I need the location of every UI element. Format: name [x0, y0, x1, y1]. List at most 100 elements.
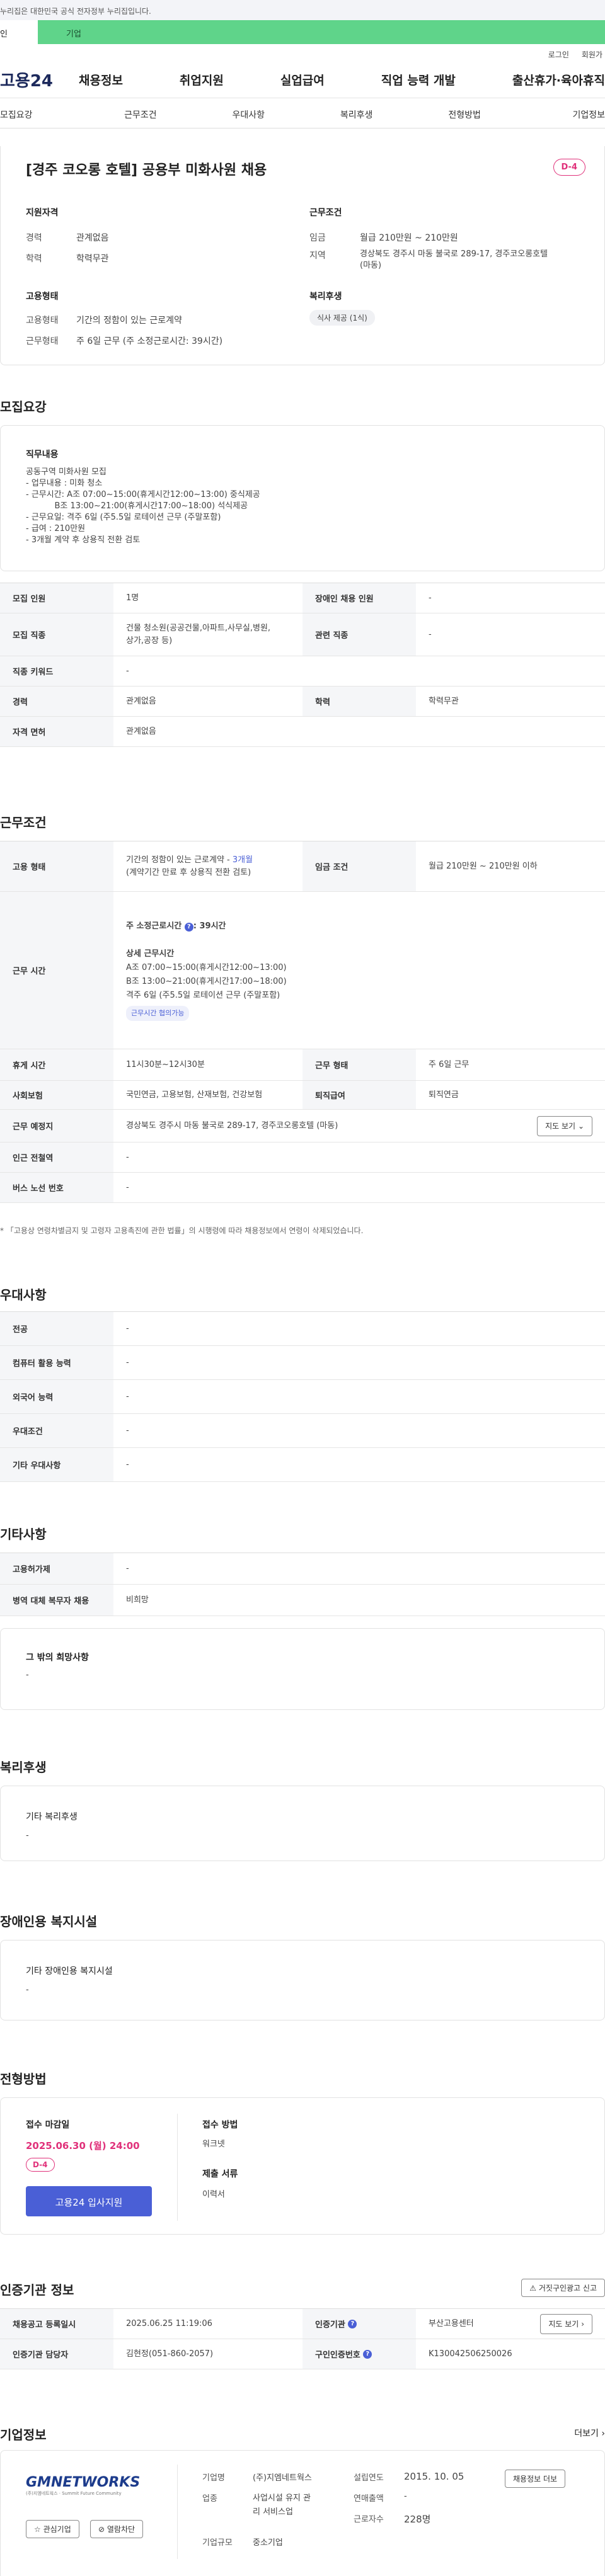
info-icon[interactable]: ? — [363, 2349, 372, 2359]
age-notice: * 「고용상 연령차별금지 및 고령자 고용촉진에 관한 법률」의 시행령에 따… — [0, 1226, 364, 1235]
recruit-table: 모집 인원 1명 장애인 채용 인원 - 모집 직종 건물 청소원(공공건물,아… — [0, 583, 605, 747]
table-row: 모집 직종 건물 청소원(공공건물,아파트,사무실,병원, 상가,공장 등) 관… — [0, 613, 605, 656]
global-nav: 고용24 채용정보 취업지원 실업급여 직업 능력 개발 출산휴가·육아휴직 — [0, 62, 605, 98]
company-more-link[interactable]: 더보기 › — [574, 2427, 605, 2439]
table-row: 사회보험 국민연금, 고용보험, 산재보험, 건강보험 퇴직급여 퇴직연금 — [0, 1081, 605, 1110]
employment-title: 고용형태 — [26, 292, 59, 302]
corporate-tab[interactable]: 기업 — [38, 20, 605, 44]
duty-text: 공동구역 미화사원 모집 - 업무내용 : 미화 청소 - 근무시간: A조 0… — [26, 467, 260, 545]
signup-link[interactable]: 회원가 — [582, 49, 602, 62]
tab-pref[interactable]: 우대사항 — [195, 98, 302, 128]
table-row: 기타 우대사항 - — [0, 1448, 605, 1482]
table-row: 근무 시간 주 소정근로시간 ?: 39시간 상세 근무시간 A조 07:00~… — [0, 892, 605, 1049]
user-type-bar: 인 기업 — [0, 20, 605, 44]
star-icon: ☆ — [34, 2525, 41, 2534]
table-row: 외국어 능력 - — [0, 1380, 605, 1414]
chevron-right-icon: › — [581, 2319, 584, 2328]
pref-section-title: 우대사항 — [0, 1287, 47, 1302]
table-row: 근무 예정지 경상북도 경주시 마동 불국로 289-17, 경주코오롱호텔 (… — [0, 1110, 605, 1143]
company-jobs-button[interactable]: 채용정보 더보 — [505, 2470, 566, 2488]
gnb-item[interactable]: 직업 능력 개발 — [381, 71, 456, 88]
edu-row: 학력 학력무관 — [26, 254, 109, 264]
map-button[interactable]: 지도 보기 ⌄ — [537, 1115, 592, 1136]
report-fake-ad-button[interactable]: ⚠ 거짓구인광고 신고 — [521, 2279, 605, 2297]
apply-dday-badge: D-4 — [26, 2158, 55, 2172]
cert-table: 채용공고 등록일시 2025.06.25 11:19:06 인증기관 ? 부산고… — [0, 2308, 605, 2369]
wage-row: 임금 월급 210만원 ~ 210만원 — [309, 233, 458, 243]
career-row: 경력 관계없음 — [26, 233, 109, 243]
tab-company[interactable]: 기업정보 — [519, 98, 605, 128]
etc-table: 고용허가제 - 병역 대체 복무자 채용 비희망 — [0, 1553, 605, 1616]
worktype-row: 근무형태 주 6일 근무 (주 소정근로시간: 39시간) — [26, 336, 223, 346]
block-view-button[interactable]: ⊘ 열람차단 — [90, 2520, 144, 2538]
site-logo[interactable]: 고용24 — [0, 68, 79, 91]
tab-work[interactable]: 근무조건 — [86, 98, 194, 128]
tab-welfare[interactable]: 복리후생 — [302, 98, 410, 128]
work-section-title: 근무조건 — [0, 815, 47, 830]
table-row: 자격 면허 관계없음 — [0, 717, 605, 747]
disabled-section-title: 장애인용 복지시설 — [0, 1914, 98, 1929]
duty-title: 직무내용 — [26, 450, 59, 460]
recruit-section-title: 모집요강 — [0, 399, 47, 414]
welfare-box: 기타 복리후생 - — [0, 1786, 605, 1861]
login-link[interactable]: 로그인 — [548, 49, 569, 62]
company-logo: GMNETWORKS (주)지엠네트웍스 · Summit Future Com… — [26, 2475, 141, 2496]
tab-recruit[interactable]: 모집요강 — [0, 98, 86, 128]
hours-negotiable-chip: 근무시간 협의가능 — [126, 1005, 190, 1021]
cert-map-button[interactable]: 지도 보기 › — [540, 2313, 592, 2334]
table-row: 버스 노선 번호 - — [0, 1173, 605, 1203]
chevron-right-icon: › — [601, 2429, 605, 2439]
emptype-row: 고용형태 기간의 정함이 있는 근로계약 — [26, 316, 182, 326]
company-section-title: 기업정보 — [0, 2427, 47, 2442]
area-row: 지역 경상북도 경주시 마동 불국로 289-17, 경주코오롱호텔 (마동) — [309, 249, 548, 270]
gnb-item[interactable]: 채용정보 — [79, 71, 123, 88]
welfare-section-title: 복리후생 — [0, 1760, 47, 1775]
block-icon: ⊘ — [98, 2525, 105, 2534]
company-box: GMNETWORKS (주)지엠네트웍스 · Summit Future Com… — [0, 2450, 605, 2576]
job-summary-card: [경주 코오롱 호텔] 공용부 미화사원 채용 D-4 지원자격 경력 관계없음 … — [0, 146, 605, 365]
cert-section-title: 인증기관 정보 — [0, 2282, 74, 2298]
individual-tab[interactable]: 인 — [0, 20, 38, 44]
table-row: 휴게 시간 11시30분~12시30분 근무 형태 주 6일 근무 — [0, 1049, 605, 1081]
etc-section-title: 기타사항 — [0, 1527, 47, 1542]
gnb-item[interactable]: 취업지원 — [180, 71, 224, 88]
apply-button[interactable]: 고용24 입사지원 — [26, 2186, 152, 2216]
notice-bar: 누리집은 대한민국 공식 전자정부 누리집입니다. — [0, 0, 605, 20]
gnb-item[interactable]: 실업급여 — [280, 71, 325, 88]
table-row: 병역 대체 복무자 채용 비희망 — [0, 1585, 605, 1616]
section-tabs: 모집요강 근무조건 우대사항 복리후생 전형방법 기업정보 — [0, 98, 605, 128]
tab-apply[interactable]: 전형방법 — [410, 98, 518, 128]
alert-icon: ⚠ — [529, 2284, 537, 2293]
favorite-company-button[interactable]: ☆ 관심기업 — [26, 2520, 79, 2538]
deadline-date: 2025.06.30 (월) 24:00 — [26, 2140, 140, 2151]
condition-title: 근무조건 — [309, 208, 342, 218]
table-row: 우대조건 - — [0, 1414, 605, 1448]
apply-box: 접수 마감일 2025.06.30 (월) 24:00 D-4 고용24 입사지… — [0, 2097, 605, 2235]
table-row: 고용허가제 - — [0, 1553, 605, 1585]
welfare-chip: 식사 제공 (1식) — [309, 310, 375, 326]
divider — [177, 2114, 178, 2221]
notice-text: 누리집은 대한민국 공식 전자정부 누리집입니다. — [0, 7, 151, 16]
table-row: 고용 형태 기간의 정함이 있는 근로계약 - 3개월 (계약기간 만료 후 상… — [0, 841, 605, 892]
table-row: 인증기관 담당자 김현정(051-860-2057) 구인인증번호 ? K130… — [0, 2339, 605, 2369]
util-bar: 로그인 회원가 — [0, 44, 605, 62]
info-icon[interactable]: ? — [184, 922, 193, 932]
gnb-menu: 채용정보 취업지원 실업급여 직업 능력 개발 출산휴가·육아휴직 — [79, 71, 605, 88]
table-row: 채용공고 등록일시 2025.06.25 11:19:06 인증기관 ? 부산고… — [0, 2309, 605, 2339]
disabled-box: 기타 장애인용 복지시설 - — [0, 1940, 605, 2020]
table-row: 경력 관계없음 학력 학력무관 — [0, 687, 605, 717]
other-wish-box: 그 밖의 희망사항 - — [0, 1628, 605, 1710]
table-row: 컴퓨터 활용 능력 - — [0, 1346, 605, 1380]
welfare-title: 복리후생 — [309, 292, 342, 302]
divider — [177, 2465, 178, 2559]
dday-badge: D-4 — [553, 159, 585, 176]
gnb-item[interactable]: 출산휴가·육아휴직 — [512, 71, 605, 88]
info-icon[interactable]: ? — [348, 2319, 357, 2328]
contract-period-link[interactable]: 3개월 — [233, 855, 253, 865]
table-row: 모집 인원 1명 장애인 채용 인원 - — [0, 583, 605, 613]
job-title: [경주 코오롱 호텔] 공용부 미화사원 채용 — [26, 162, 267, 178]
duty-box: 직무내용 공동구역 미화사원 모집 - 업무내용 : 미화 청소 - 근무시간:… — [0, 425, 605, 571]
apply-section-title: 전형방법 — [0, 2072, 47, 2087]
table-row: 직종 키워드 - — [0, 656, 605, 687]
chevron-down-icon: ⌄ — [577, 1121, 584, 1131]
